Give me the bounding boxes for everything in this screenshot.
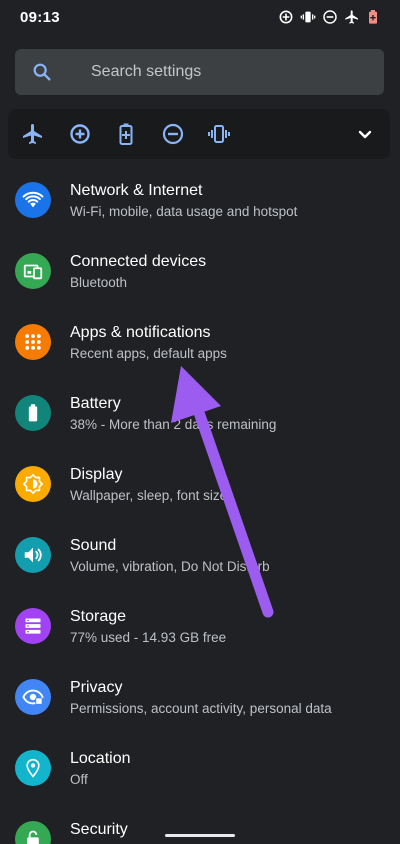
location-icon [15, 750, 51, 786]
setting-title: Battery [70, 395, 121, 412]
data-saver-icon[interactable] [68, 122, 92, 146]
search-icon [31, 61, 53, 83]
search-input[interactable]: Search settings [91, 63, 201, 81]
setting-display[interactable]: Display Wallpaper, sleep, font size [0, 450, 400, 521]
setting-subtitle: Recent apps, default apps [70, 346, 227, 361]
data-saver-icon [279, 10, 293, 24]
setting-security[interactable]: Security [0, 805, 400, 844]
home-indicator[interactable] [165, 834, 235, 837]
setting-subtitle: Bluetooth [70, 275, 128, 290]
setting-subtitle: Off [70, 772, 88, 787]
setting-title: Display [70, 466, 123, 483]
setting-subtitle: 38% - More than 2 days remaining [70, 417, 277, 432]
quick-settings-bar [8, 109, 390, 159]
setting-title: Sound [70, 537, 117, 554]
setting-title: Privacy [70, 679, 123, 696]
status-time: 09:13 [20, 8, 60, 26]
setting-connected-devices[interactable]: Connected devices Bluetooth [0, 237, 400, 308]
setting-title: Location [70, 750, 131, 767]
settings-screen: 09:13 Search settings Network & Internet… [0, 0, 400, 844]
setting-network-internet[interactable]: Network & Internet Wi-Fi, mobile, data u… [0, 166, 400, 237]
setting-title: Network & Internet [70, 182, 203, 199]
setting-title: Connected devices [70, 253, 207, 270]
setting-title: Storage [70, 608, 127, 625]
battery-saver-icon[interactable] [114, 122, 138, 146]
setting-apps-notifications[interactable]: Apps & notifications Recent apps, defaul… [0, 308, 400, 379]
airplane-icon [345, 10, 358, 24]
status-icons [278, 9, 380, 25]
setting-subtitle: Volume, vibration, Do Not Disturb [70, 559, 270, 574]
setting-subtitle: Wallpaper, sleep, font size [70, 488, 228, 503]
setting-title: Security [70, 821, 128, 838]
battery-icon [15, 395, 51, 431]
setting-subtitle: 77% used - 14.93 GB free [70, 630, 227, 645]
setting-battery[interactable]: Battery 38% - More than 2 days remaining [0, 379, 400, 450]
setting-location[interactable]: Location Off [0, 734, 400, 805]
display-icon [15, 466, 51, 502]
battery-saver-icon [369, 10, 377, 24]
setting-storage[interactable]: Storage 77% used - 14.93 GB free [0, 592, 400, 663]
vibrate-icon[interactable] [207, 122, 231, 146]
do-not-disturb-icon[interactable] [161, 122, 185, 146]
setting-subtitle: Permissions, account activity, personal … [70, 701, 332, 716]
storage-icon [15, 608, 51, 644]
sound-icon [15, 537, 51, 573]
airplane-icon[interactable] [21, 122, 45, 146]
status-bar: 09:13 [0, 0, 400, 34]
lock-icon [15, 821, 51, 844]
do-not-disturb-icon [323, 10, 337, 24]
setting-sound[interactable]: Sound Volume, vibration, Do Not Disturb [0, 521, 400, 592]
devices-icon [15, 253, 51, 289]
setting-privacy[interactable]: Privacy Permissions, account activity, p… [0, 663, 400, 734]
search-bar[interactable]: Search settings [15, 49, 384, 95]
setting-title: Apps & notifications [70, 324, 211, 341]
apps-icon [15, 324, 51, 360]
vibrate-icon [300, 11, 316, 23]
setting-subtitle: Wi-Fi, mobile, data usage and hotspot [70, 204, 298, 219]
chevron-down-icon[interactable] [353, 122, 377, 146]
wifi-icon [15, 182, 51, 218]
privacy-icon [15, 679, 51, 715]
